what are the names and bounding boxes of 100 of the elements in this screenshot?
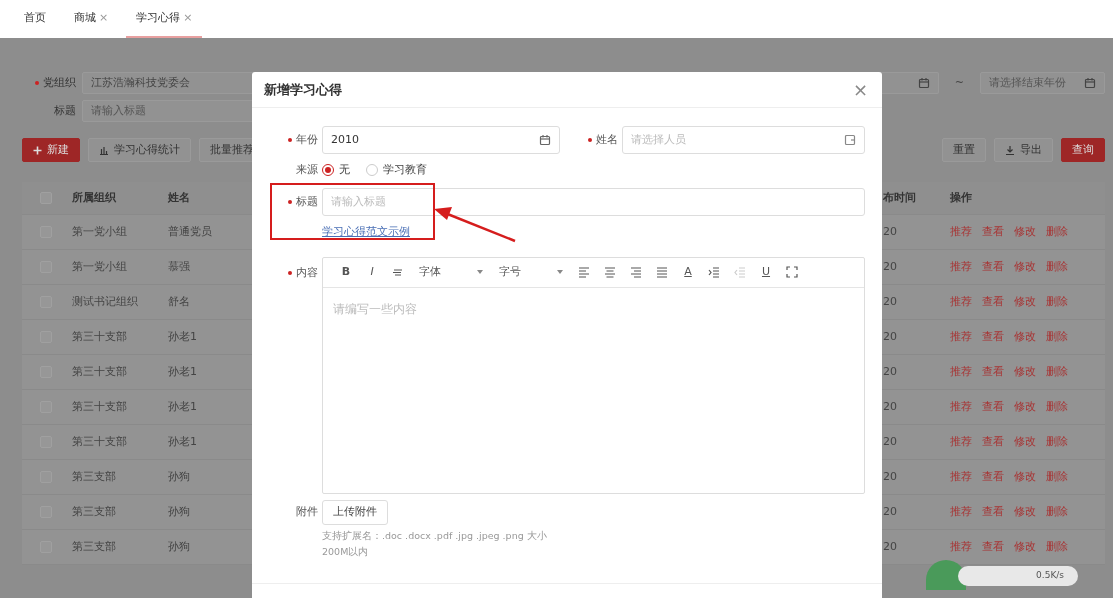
- table-cell-text: 20: [883, 293, 897, 310]
- action-link[interactable]: 修改: [1014, 223, 1036, 241]
- fullscreen-icon[interactable]: [786, 266, 798, 278]
- editor-tool[interactable]: B: [333, 262, 359, 282]
- table-cell-text: 20: [883, 363, 897, 380]
- action-link[interactable]: 推荐: [950, 258, 972, 276]
- action-link[interactable]: 删除: [1046, 503, 1068, 521]
- action-link[interactable]: 推荐: [950, 293, 972, 311]
- justify-icon[interactable]: [656, 266, 668, 278]
- table-cell-text: 20: [883, 398, 897, 415]
- table-cell-text: 孙狗: [168, 503, 190, 520]
- action-link[interactable]: 推荐: [950, 433, 972, 451]
- person-picker[interactable]: 请选择人员: [622, 126, 865, 154]
- toolbar-button[interactable]: 查询: [1061, 138, 1105, 162]
- align-right-icon[interactable]: [630, 266, 642, 278]
- close-button[interactable]: ×: [852, 80, 868, 99]
- action-link[interactable]: 删除: [1046, 328, 1068, 346]
- toolbar-button[interactable]: 重置: [942, 138, 986, 162]
- table-cell-text: 孙狗: [168, 468, 190, 485]
- toolbar-button[interactable]: 学习心得统计: [88, 138, 191, 162]
- action-link[interactable]: 查看: [982, 223, 1004, 241]
- table-cell-text: 孙狗: [168, 538, 190, 555]
- action-link[interactable]: 删除: [1046, 538, 1068, 556]
- editor-tool[interactable]: U: [753, 262, 779, 282]
- tab[interactable]: 首页: [14, 0, 56, 38]
- tab[interactable]: 商城 ×: [64, 0, 119, 38]
- action-link[interactable]: 推荐: [950, 538, 972, 556]
- table-cell-text: 孙老1: [168, 363, 197, 380]
- table-cell-text: 孙老1: [168, 398, 197, 415]
- example-link[interactable]: 学习心得范文示例: [322, 224, 410, 241]
- range-separator: ~: [954, 74, 964, 91]
- field-label: 标题: [252, 193, 322, 211]
- action-link[interactable]: 推荐: [950, 328, 972, 346]
- action-link[interactable]: 推荐: [950, 223, 972, 241]
- action-link[interactable]: 删除: [1046, 363, 1068, 381]
- editor-tool[interactable]: A: [675, 262, 701, 282]
- action-link[interactable]: 推荐: [950, 398, 972, 416]
- editor-dropdown[interactable]: 字体: [411, 262, 491, 282]
- upload-hint: 支持扩展名：.doc .docx .pdf .jpg .jpeg .png 大小 200M以内: [322, 528, 548, 559]
- action-link[interactable]: 修改: [1014, 503, 1036, 521]
- action-link[interactable]: 推荐: [950, 468, 972, 486]
- editor-dropdown[interactable]: 字号: [491, 262, 571, 282]
- action-link[interactable]: 修改: [1014, 398, 1036, 416]
- upload-button[interactable]: 上传附件: [322, 499, 388, 525]
- table-cell-text: 慕强: [168, 258, 190, 275]
- net-speed: 0.5K/s: [958, 566, 1078, 586]
- action-link[interactable]: 查看: [982, 503, 1004, 521]
- table-cell-text: 20: [883, 433, 897, 450]
- action-link[interactable]: 删除: [1046, 258, 1068, 276]
- action-link[interactable]: 推荐: [950, 363, 972, 381]
- action-link[interactable]: 查看: [982, 293, 1004, 311]
- align-left-icon[interactable]: [578, 266, 590, 278]
- action-link[interactable]: 修改: [1014, 293, 1036, 311]
- action-link[interactable]: 查看: [982, 433, 1004, 451]
- table-cell-text: 测试书记组织: [72, 293, 138, 310]
- toolbar-button[interactable]: 新建: [22, 138, 80, 162]
- action-link[interactable]: 修改: [1014, 258, 1036, 276]
- action-link[interactable]: 删除: [1046, 223, 1068, 241]
- action-link[interactable]: 查看: [982, 538, 1004, 556]
- action-link[interactable]: 修改: [1014, 468, 1036, 486]
- title-field[interactable]: 请输入标题: [322, 188, 865, 216]
- action-link[interactable]: 修改: [1014, 433, 1036, 451]
- table-cell-text: 20: [883, 258, 897, 275]
- table-cell-text: 舒名: [168, 293, 190, 310]
- action-link[interactable]: 删除: [1046, 433, 1068, 451]
- strikethrough-icon[interactable]: [392, 266, 404, 278]
- caret-icon: [477, 270, 483, 274]
- column-header: 操作: [950, 189, 972, 206]
- field-label: 内容: [252, 264, 322, 281]
- action-link[interactable]: 修改: [1014, 363, 1036, 381]
- column-header: 布时间: [883, 189, 916, 206]
- bar-chart-icon: [99, 145, 109, 155]
- radio-option[interactable]: 无: [322, 161, 350, 179]
- action-link[interactable]: 删除: [1046, 293, 1068, 311]
- calendar-icon: [917, 77, 930, 89]
- action-link[interactable]: 删除: [1046, 398, 1068, 416]
- tab[interactable]: 学习心得 ×: [126, 0, 203, 38]
- indent-icon[interactable]: [708, 266, 720, 278]
- action-link[interactable]: 修改: [1014, 538, 1036, 556]
- action-link[interactable]: 删除: [1046, 468, 1068, 486]
- action-link[interactable]: 推荐: [950, 503, 972, 521]
- action-link[interactable]: 查看: [982, 258, 1004, 276]
- editor-tool[interactable]: I: [359, 262, 385, 282]
- table-cell-text: 20: [883, 328, 897, 345]
- toolbar-button[interactable]: 导出: [994, 138, 1053, 162]
- action-link[interactable]: 查看: [982, 468, 1004, 486]
- field-label: 标题: [53, 102, 77, 119]
- action-link[interactable]: 查看: [982, 328, 1004, 346]
- year-field[interactable]: 2010: [322, 126, 560, 154]
- action-link[interactable]: 修改: [1014, 328, 1036, 346]
- table-cell-text: 20: [883, 503, 897, 520]
- action-link[interactable]: 查看: [982, 398, 1004, 416]
- radio-option[interactable]: 学习教育: [366, 161, 427, 179]
- field-label: 姓名: [560, 131, 622, 149]
- calendar-icon: [539, 134, 551, 146]
- field-label: 来源: [295, 161, 319, 178]
- table-cell-text: 孙老1: [168, 328, 197, 345]
- align-center-icon[interactable]: [604, 266, 616, 278]
- action-link[interactable]: 查看: [982, 363, 1004, 381]
- column-header: 姓名: [168, 189, 190, 206]
